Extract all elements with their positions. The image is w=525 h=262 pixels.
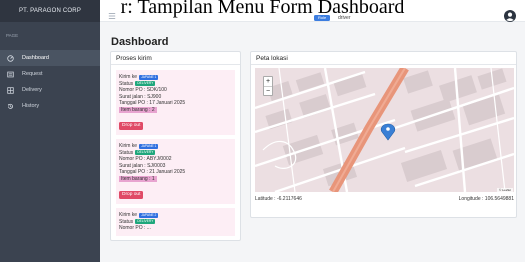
status-badge: DELIVERY — [135, 219, 156, 225]
latitude-readout: Latitude : -6.2117646 — [255, 196, 302, 202]
sidebar-item-delivery[interactable]: Delivery — [0, 82, 100, 98]
app-window: PT. PARAGON CORP PAGE Dashboard Request … — [0, 0, 525, 262]
item-barang: Item barang : 2 — [119, 106, 157, 113]
zoom-in-button[interactable]: + — [264, 77, 272, 86]
status-label: Status — [119, 149, 134, 156]
sidebar: PT. PARAGON CORP PAGE Dashboard Request … — [0, 0, 100, 262]
figure-caption-text: r: Tampilan Menu Form Dashboard — [120, 0, 405, 18]
sidebar-section-label: PAGE — [6, 33, 19, 38]
kirim-label: Kirim ke — [119, 211, 138, 218]
map-attribution[interactable]: © Leaflet — [496, 188, 513, 192]
sidebar-item-label: Delivery — [22, 87, 42, 93]
drop-out-button[interactable]: Drop out — [119, 190, 144, 199]
sidebar-item-label: History — [22, 103, 40, 109]
sidebar-item-history[interactable]: History — [0, 98, 100, 114]
map-marker-icon[interactable] — [382, 123, 395, 140]
request-icon — [7, 71, 14, 78]
item-barang: Item barang : 1 — [119, 175, 157, 182]
surat-jalan: Surat jalan : SJ900 — [119, 93, 162, 100]
nomor-po: Nomor PO : ... — [119, 225, 151, 232]
zoom-out-button[interactable]: − — [264, 86, 272, 95]
longitude-readout: Longitude : 106.5649881 — [458, 196, 514, 202]
kirim-label: Kirim ke — [119, 74, 138, 80]
proses-kirim-list[interactable]: Kirim ke JAPANE 1 Status DELIVERY Nomor PO… — [111, 65, 240, 240]
location-map[interactable]: + − © Leaflet — [255, 68, 514, 192]
sidebar-item-dashboard[interactable]: Dashboard — [0, 50, 100, 66]
status-badge: DELIVERY — [135, 150, 156, 156]
status-label: Status — [119, 80, 134, 87]
zoom-control: + − — [263, 76, 273, 96]
page-title: Dashboard — [111, 36, 169, 48]
main-content: Dashboard Proses kirim Kirim ke JAPANE 1 … — [100, 22, 525, 262]
status-label: Status — [119, 218, 134, 225]
tanggal-po: Tanggal PO : 21 Januari 2025 — [119, 169, 186, 176]
destination-badge: JAPANE 1 — [139, 74, 159, 80]
peta-lokasi-card: Peta lokasi + − © Leaflet Latitude: -6.… — [250, 51, 517, 218]
destination-badge: JAPANE 1 — [139, 143, 159, 149]
status-badge: DELIVERY — [135, 81, 156, 87]
delivery-entry: Kirim ke JAPANE 1 Status DELIVERY Nomor PO… — [116, 138, 235, 204]
nomor-po: Nomor PO : ABYJ/0002 — [119, 156, 172, 163]
figure-caption: r: Tampilan Menu Form Dashboard — [0, 0, 525, 18]
proses-kirim-title: Proses kirim — [111, 52, 240, 65]
delivery-entry: Kirim ke JAPANE 2 Status DELIVERY Nomor PO… — [116, 207, 235, 236]
delivery-icon — [7, 86, 14, 94]
nomor-po: Nomor PO : SDK/100 — [119, 87, 167, 94]
sidebar-item-request[interactable]: Request — [0, 66, 100, 82]
coordinates-row: Latitude : -6.2117646 Longitude : 106.56… — [255, 196, 514, 202]
sidebar-item-label: Dashboard — [22, 55, 49, 61]
sidebar-nav: Dashboard Request Delivery History — [0, 50, 100, 114]
surat-jalan: Surat jalan : SJ/0003 — [119, 162, 166, 169]
tanggal-po: Tanggal PO : 17 Januari 2025 — [119, 100, 186, 107]
peta-lokasi-title: Peta lokasi — [251, 52, 516, 65]
delivery-entry: Kirim ke JAPANE 1 Status DELIVERY Nomor PO… — [116, 70, 235, 135]
drop-out-button[interactable]: Drop out — [119, 121, 144, 130]
history-icon — [7, 103, 14, 110]
proses-kirim-card: Proses kirim Kirim ke JAPANE 1 Status DELI… — [110, 51, 241, 241]
dashboard-icon — [7, 54, 14, 62]
sidebar-item-label: Request — [22, 71, 43, 77]
destination-badge: JAPANE 2 — [139, 212, 159, 218]
kirim-label: Kirim ke — [119, 142, 138, 149]
